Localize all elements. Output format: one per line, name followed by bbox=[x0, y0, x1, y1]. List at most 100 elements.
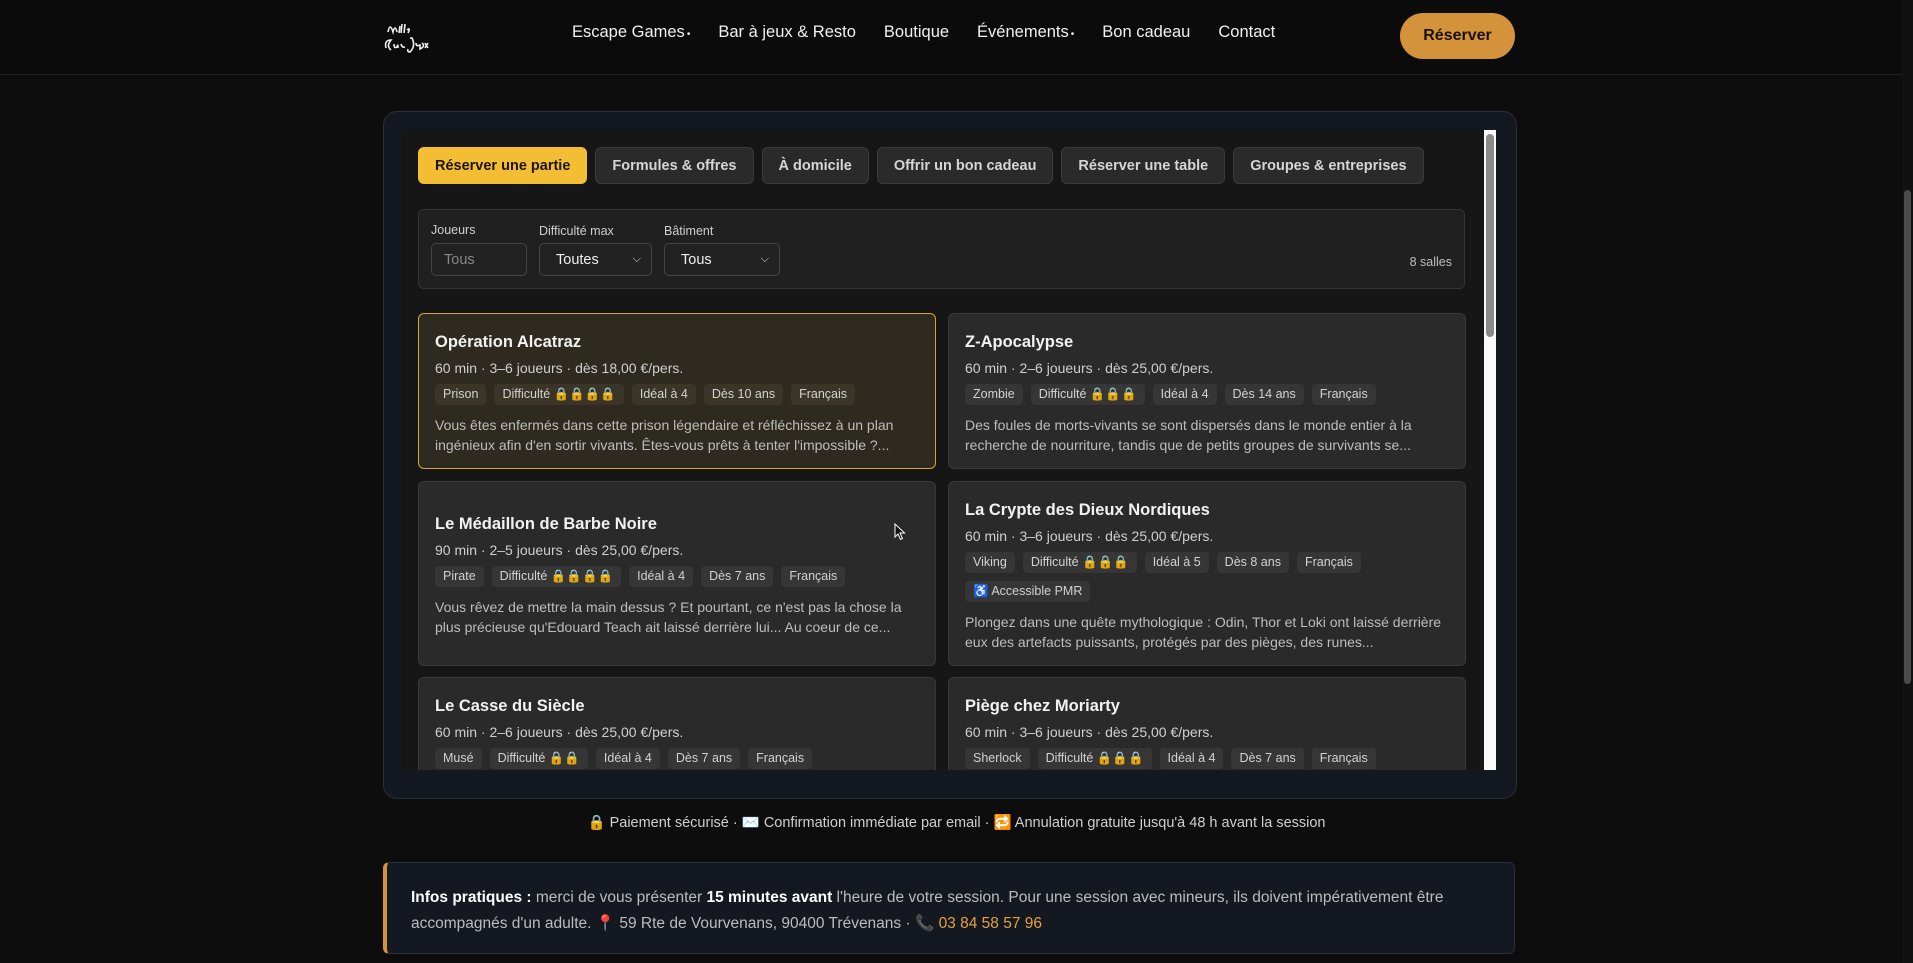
phone-link[interactable]: 03 84 58 57 96 bbox=[939, 915, 1042, 932]
practical-info-box: Infos pratiques : merci de vous présente… bbox=[383, 862, 1515, 954]
room-card-alcatraz[interactable]: Opération Alcatraz 60 min · 3–6 joueurs … bbox=[418, 313, 936, 469]
room-description: Vous êtes enfermés dans cette prison lég… bbox=[435, 417, 894, 453]
tag-difficulty: Difficulté 🔒🔒🔒🔒 bbox=[491, 566, 622, 587]
building-label: Bâtiment bbox=[664, 224, 714, 238]
room-tags: Sherlock Difficulté 🔒🔒🔒 Idéal à 4 Dès 7 … bbox=[965, 748, 1449, 769]
building-select[interactable]: Tous ⌵ bbox=[664, 243, 780, 276]
infos-text-1: merci de vous présenter bbox=[531, 889, 707, 906]
trust-line: 🔒 Paiement sécurisé · ✉️ Confirmation im… bbox=[587, 815, 1326, 831]
room-title: Z-Apocalypse bbox=[965, 333, 1074, 351]
tag-ideal: Idéal à 5 bbox=[1144, 552, 1209, 573]
tag-difficulty: Difficulté 🔒🔒🔒 bbox=[1022, 552, 1137, 573]
room-card-moriarty[interactable]: Piège chez Moriarty 60 min · 3–6 joueurs… bbox=[948, 677, 1466, 770]
site-logo[interactable] bbox=[382, 18, 436, 56]
room-card-z-apocalypse[interactable]: Z-Apocalypse 60 min · 2–6 joueurs · dès … bbox=[948, 313, 1466, 469]
nav-evenements[interactable]: Événements • bbox=[977, 23, 1074, 42]
room-tags: Pirate Difficulté 🔒🔒🔒🔒 Idéal à 4 Dès 7 a… bbox=[435, 566, 919, 587]
tag-theme: Viking bbox=[965, 552, 1015, 573]
nav-contact[interactable]: Contact bbox=[1218, 23, 1275, 42]
room-title: La Crypte des Dieux Nordiques bbox=[965, 501, 1210, 519]
tag-difficulty: Difficulté 🔒🔒🔒🔒 bbox=[494, 384, 624, 405]
room-card-casse-du-siecle[interactable]: Le Casse du Siècle 60 min · 2–6 joueurs … bbox=[418, 677, 936, 770]
tag-theme: Musé bbox=[435, 748, 482, 769]
tag-accessible-pmr: ♿ Accessible PMR bbox=[965, 581, 1091, 602]
room-title: Opération Alcatraz bbox=[435, 333, 582, 351]
tag-age: Dès 14 ans bbox=[1224, 384, 1304, 405]
room-meta: 60 min · 2–6 joueurs · dès 25,00 €/pers. bbox=[435, 724, 684, 740]
tag-theme: Sherlock bbox=[965, 748, 1030, 769]
tag-age: Dès 7 ans bbox=[1231, 748, 1304, 769]
room-tags: Musé Difficulté 🔒🔒 Idéal à 4 Dès 7 ans F… bbox=[435, 748, 919, 769]
main-nav: Escape Games • Bar à jeux & Resto Boutiqu… bbox=[572, 23, 1275, 42]
tab-reserver-table[interactable]: Réserver une table bbox=[1061, 147, 1226, 184]
page-scrollbar-thumb[interactable] bbox=[1904, 190, 1911, 684]
room-tags: Prison Difficulté 🔒🔒🔒🔒 Idéal à 4 Dès 10 … bbox=[435, 384, 919, 405]
room-count: 8 salles bbox=[1409, 255, 1452, 269]
tag-ideal: Idéal à 4 bbox=[629, 566, 694, 587]
chevron-down-icon: ⌵ bbox=[760, 253, 769, 265]
site-header: Escape Games • Bar à jeux & Resto Boutiqu… bbox=[0, 0, 1913, 75]
room-description: Des foules de morts-vivants se sont disp… bbox=[965, 417, 1412, 453]
tag-difficulty: Difficulté 🔒🔒 bbox=[489, 748, 588, 769]
tag-ideal: Idéal à 4 bbox=[631, 384, 696, 405]
chevron-down-icon: ⌵ bbox=[632, 253, 641, 265]
room-title: Le Médaillon de Barbe Noire bbox=[435, 515, 657, 533]
nav-escape-games[interactable]: Escape Games • bbox=[572, 23, 690, 42]
room-card-crypte-nordique[interactable]: La Crypte des Dieux Nordiques 60 min · 3… bbox=[948, 481, 1466, 666]
tag-ideal: Idéal à 4 bbox=[1152, 384, 1217, 405]
infos-label: Infos pratiques : bbox=[411, 889, 532, 906]
players-label: Joueurs bbox=[431, 223, 476, 237]
room-meta: 90 min · 2–5 joueurs · dès 25,00 €/pers. bbox=[435, 542, 684, 558]
room-description: Vous rêvez de mettre la main dessus ? Et… bbox=[435, 599, 902, 635]
tag-theme: Pirate bbox=[435, 566, 484, 587]
players-input[interactable]: Tous bbox=[431, 243, 527, 276]
filters-bar: Joueurs Tous Difficulté max Toutes ⌵ Bât… bbox=[418, 209, 1465, 289]
tag-age: Dès 7 ans bbox=[667, 748, 741, 769]
infos-emphasis: 15 minutes avant bbox=[706, 889, 833, 906]
difficulty-select[interactable]: Toutes ⌵ bbox=[539, 243, 652, 276]
room-meta: 60 min · 2–6 joueurs · dès 25,00 €/pers. bbox=[965, 360, 1214, 376]
dropdown-marker-icon: • bbox=[1070, 29, 1075, 40]
difficulty-value: Toutes bbox=[556, 251, 599, 268]
tab-bon-cadeau[interactable]: Offrir un bon cadeau bbox=[876, 147, 1054, 184]
room-card-barbe-noire[interactable]: Le Médaillon de Barbe Noire 90 min · 2–5… bbox=[418, 481, 936, 666]
panel-scrollbar-thumb[interactable] bbox=[1486, 134, 1494, 337]
tag-age: Dès 10 ans bbox=[703, 384, 784, 405]
room-meta: 60 min · 3–6 joueurs · dès 25,00 €/pers. bbox=[965, 528, 1214, 544]
booking-panel: Réserver une partie Formules & offres À … bbox=[402, 130, 1484, 770]
tab-groupes-entreprises[interactable]: Groupes & entreprises bbox=[1233, 147, 1424, 184]
tag-language: Français bbox=[748, 748, 813, 769]
tag-language: Français bbox=[1311, 748, 1376, 769]
tag-theme: Zombie bbox=[965, 384, 1023, 405]
room-title: Le Casse du Siècle bbox=[435, 697, 585, 715]
tag-ideal: Idéal à 4 bbox=[595, 748, 660, 769]
room-tags: Viking Difficulté 🔒🔒🔒 Idéal à 5 Dès 8 an… bbox=[965, 552, 1435, 602]
reserve-button[interactable]: Réserver bbox=[1400, 13, 1515, 59]
tab-formules-offres[interactable]: Formules & offres bbox=[595, 147, 754, 184]
room-meta: 60 min · 3–6 joueurs · dès 25,00 €/pers. bbox=[965, 724, 1214, 740]
tag-ideal: Idéal à 4 bbox=[1159, 748, 1224, 769]
room-title: Piège chez Moriarty bbox=[965, 697, 1120, 715]
tag-difficulty: Difficulté 🔒🔒🔒 bbox=[1037, 748, 1152, 769]
tab-reserver-partie[interactable]: Réserver une partie bbox=[418, 147, 588, 184]
building-value: Tous bbox=[681, 251, 712, 268]
room-description: Plongez dans une quête mythologique : Od… bbox=[965, 614, 1442, 650]
tab-a-domicile[interactable]: À domicile bbox=[761, 147, 869, 184]
booking-tabs: Réserver une partie Formules & offres À … bbox=[418, 147, 1424, 184]
dropdown-marker-icon: • bbox=[686, 29, 691, 40]
tag-language: Français bbox=[791, 384, 856, 405]
room-meta: 60 min · 3–6 joueurs · dès 18,00 €/pers. bbox=[435, 360, 684, 376]
nav-boutique[interactable]: Boutique bbox=[884, 23, 949, 42]
logo-script-image bbox=[384, 23, 429, 53]
nav-bon-cadeau[interactable]: Bon cadeau bbox=[1102, 23, 1190, 42]
nav-bar-resto[interactable]: Bar à jeux & Resto bbox=[718, 23, 856, 42]
tag-language: Français bbox=[1311, 384, 1376, 405]
room-tags: Zombie Difficulté 🔒🔒🔒 Idéal à 4 Dès 14 a… bbox=[965, 384, 1449, 405]
difficulty-label: Difficulté max bbox=[539, 224, 614, 238]
tag-language: Français bbox=[781, 566, 846, 587]
tag-age: Dès 8 ans bbox=[1216, 552, 1289, 573]
tag-age: Dès 7 ans bbox=[701, 566, 774, 587]
tag-theme: Prison bbox=[435, 384, 487, 405]
tag-language: Français bbox=[1296, 552, 1361, 573]
mouse-cursor-icon bbox=[894, 523, 906, 541]
